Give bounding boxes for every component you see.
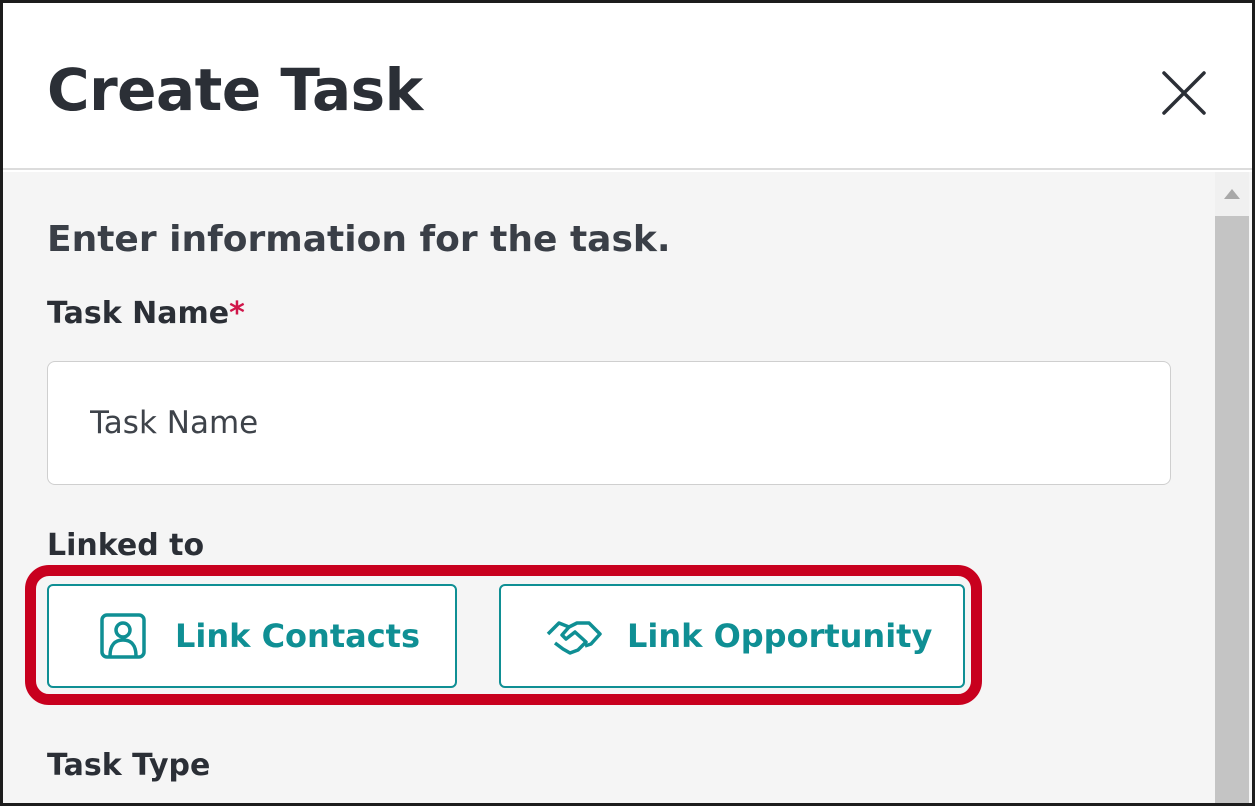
dialog-header: Create Task xyxy=(3,3,1252,170)
close-button[interactable] xyxy=(1154,63,1214,123)
dialog-title: Create Task xyxy=(47,56,423,124)
arrow-up-icon xyxy=(1224,189,1240,199)
vertical-scrollbar[interactable] xyxy=(1215,172,1249,803)
task-name-label-text: Task Name xyxy=(47,296,230,331)
scroll-up-button[interactable] xyxy=(1215,172,1249,216)
task-name-label: Task Name* xyxy=(47,294,245,334)
handshake-icon xyxy=(546,621,602,655)
link-contacts-label: Link Contacts xyxy=(175,617,421,655)
create-task-dialog: Create Task Enter information for the ta… xyxy=(0,0,1255,806)
task-name-input[interactable] xyxy=(47,361,1171,485)
dialog-body: Enter information for the task. Task Nam… xyxy=(3,172,1252,803)
link-opportunity-label: Link Opportunity xyxy=(627,617,933,655)
link-contacts-button[interactable]: Link Contacts xyxy=(47,584,457,688)
required-marker: * xyxy=(229,296,245,331)
close-icon xyxy=(1162,71,1206,115)
form-intro: Enter information for the task. xyxy=(47,219,671,260)
scrollbar-thumb[interactable] xyxy=(1215,216,1249,803)
task-type-label: Task Type xyxy=(47,748,211,783)
link-opportunity-button[interactable]: Link Opportunity xyxy=(499,584,965,688)
linked-to-label: Linked to xyxy=(47,528,205,563)
contact-icon xyxy=(100,613,146,659)
